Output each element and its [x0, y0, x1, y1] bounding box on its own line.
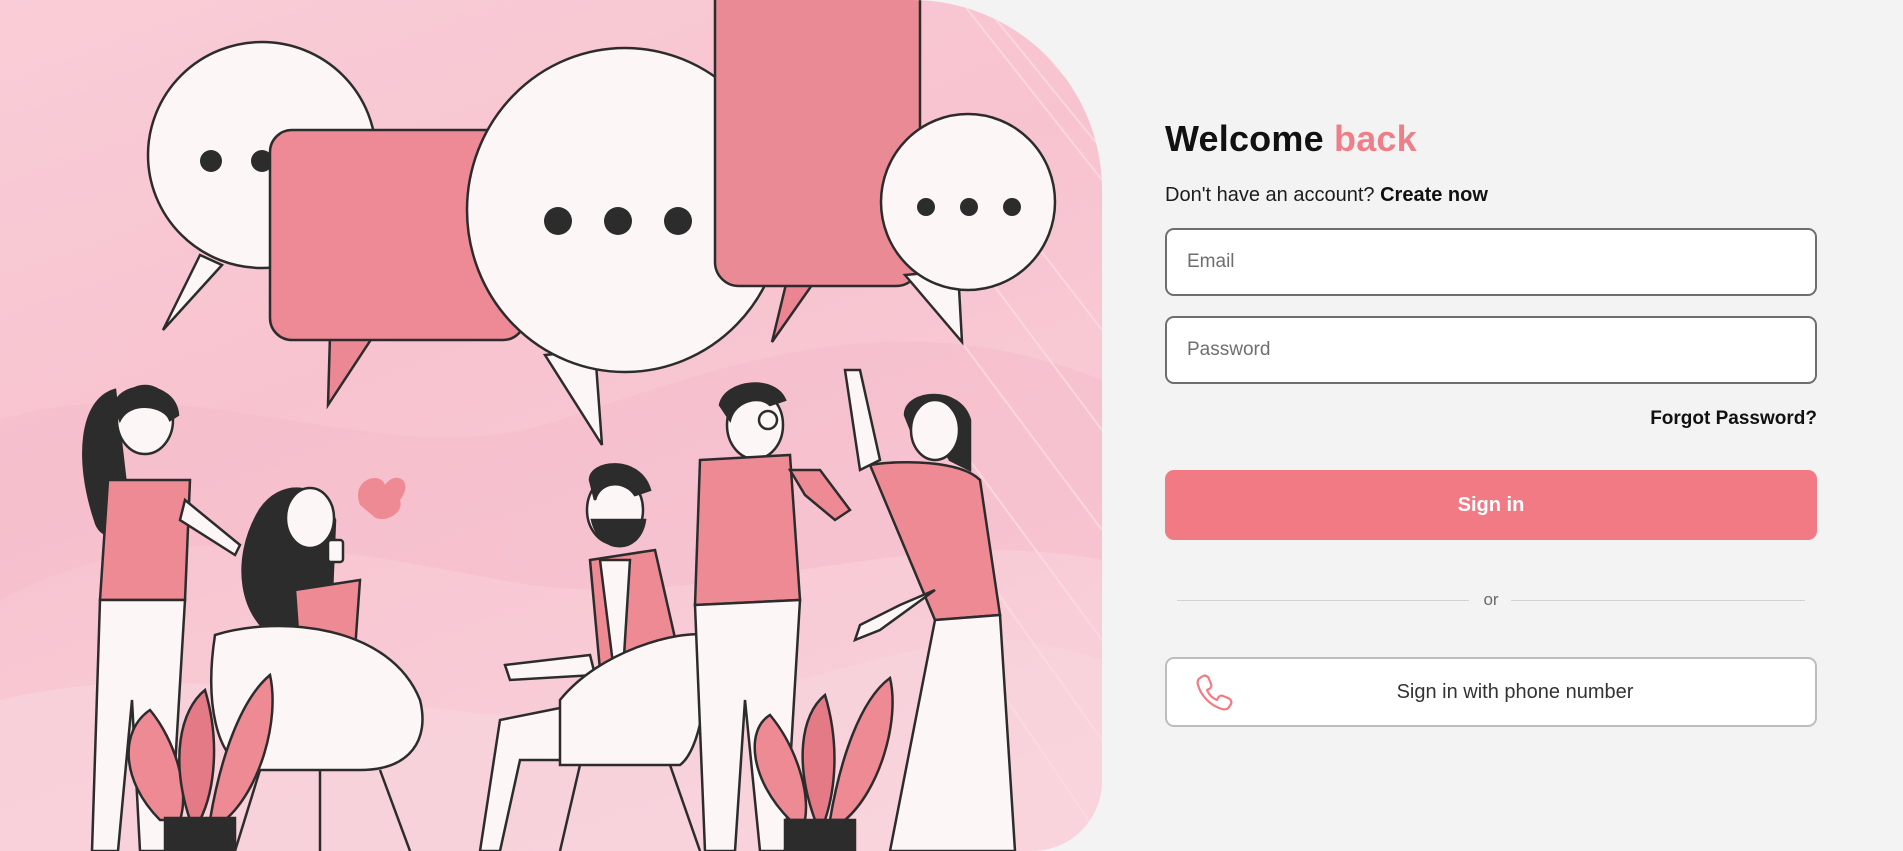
divider-line-right	[1511, 600, 1805, 601]
sign-in-with-phone-button[interactable]: Sign in with phone number	[1165, 657, 1817, 727]
email-input[interactable]	[1165, 228, 1817, 296]
signup-prompt-text: Don't have an account?	[1165, 184, 1375, 206]
login-form: Welcome back Don't have an account? Crea…	[1165, 116, 1817, 727]
phone-button-label: Sign in with phone number	[1396, 680, 1634, 703]
sign-in-button[interactable]: Sign in	[1165, 470, 1817, 540]
create-account-link[interactable]: Create now	[1380, 184, 1488, 206]
divider-text: or	[1477, 590, 1505, 610]
title-accent: back	[1334, 118, 1417, 159]
page-title: Welcome back	[1165, 116, 1817, 162]
or-divider: or	[1165, 590, 1817, 610]
password-input[interactable]	[1165, 316, 1817, 384]
login-page: Welcome back Don't have an account? Crea…	[0, 0, 1903, 851]
signup-prompt-row: Don't have an account? Create now	[1165, 182, 1817, 208]
hero-illustration-panel	[0, 0, 1102, 851]
title-main: Welcome	[1165, 118, 1324, 159]
forgot-password-link[interactable]: Forgot Password?	[1165, 408, 1817, 430]
people-chatting-illustration	[0, 0, 1102, 851]
phone-icon	[1196, 674, 1233, 711]
divider-line-left	[1177, 600, 1469, 601]
